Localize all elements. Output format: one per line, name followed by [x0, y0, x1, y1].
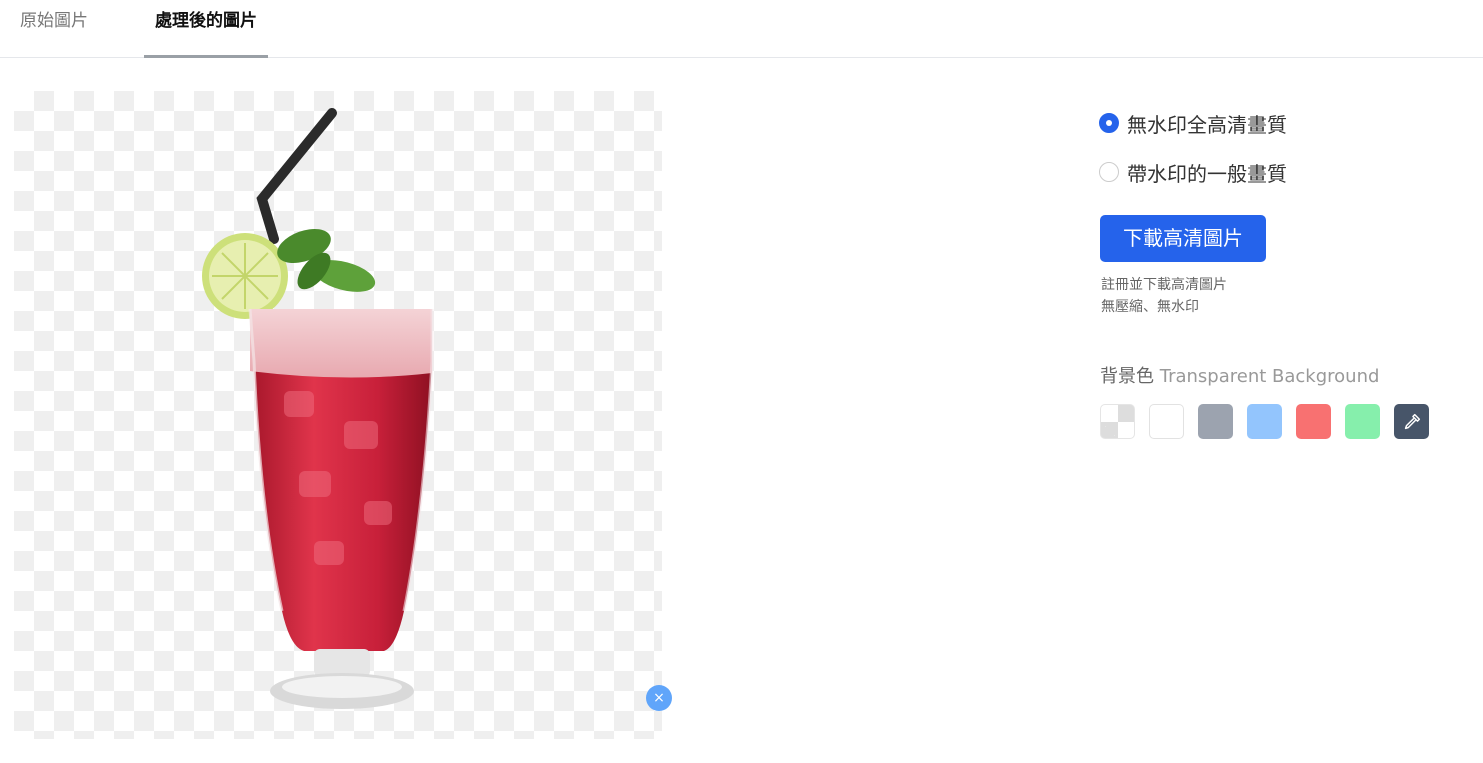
swatch-red[interactable]: [1296, 404, 1331, 439]
tab-bar: 原始圖片 處理後的圖片: [0, 0, 1483, 58]
processed-image-preview: [14, 91, 662, 739]
tab-original-image[interactable]: 原始圖片: [20, 0, 88, 58]
radio-unselected-icon: [1099, 162, 1119, 182]
radio-selected-icon: [1099, 113, 1119, 133]
background-color-label: 背景色 Transparent Background: [1100, 362, 1379, 388]
background-label-en: Transparent Background: [1159, 366, 1380, 387]
swatch-white[interactable]: [1149, 404, 1184, 439]
download-hd-button[interactable]: 下載高清圖片: [1100, 215, 1266, 262]
download-note-register: 註冊並下載高清圖片: [1101, 277, 1227, 293]
drink-image: [202, 108, 434, 709]
quality-option-hd-no-watermark[interactable]: 無水印全高清畫質: [1099, 110, 1287, 137]
swatch-gray[interactable]: [1198, 404, 1233, 439]
eyedropper-icon: [1404, 413, 1420, 429]
remove-image-button[interactable]: ×: [646, 685, 672, 711]
download-note-no-compression: 無壓縮、無水印: [1101, 299, 1199, 315]
quality-option-watermark[interactable]: 帶水印的一般畫質: [1099, 159, 1287, 186]
background-label-zh: 背景色: [1100, 366, 1154, 387]
close-icon: ×: [653, 690, 665, 706]
swatch-blue[interactable]: [1247, 404, 1282, 439]
quality-option-label: 帶水印的一般畫質: [1127, 161, 1287, 186]
tab-processed-image[interactable]: 處理後的圖片: [144, 0, 268, 58]
swatch-green[interactable]: [1345, 404, 1380, 439]
quality-option-label: 無水印全高清畫質: [1127, 112, 1287, 137]
swatch-transparent[interactable]: [1100, 404, 1135, 439]
color-picker-button[interactable]: [1394, 404, 1429, 439]
